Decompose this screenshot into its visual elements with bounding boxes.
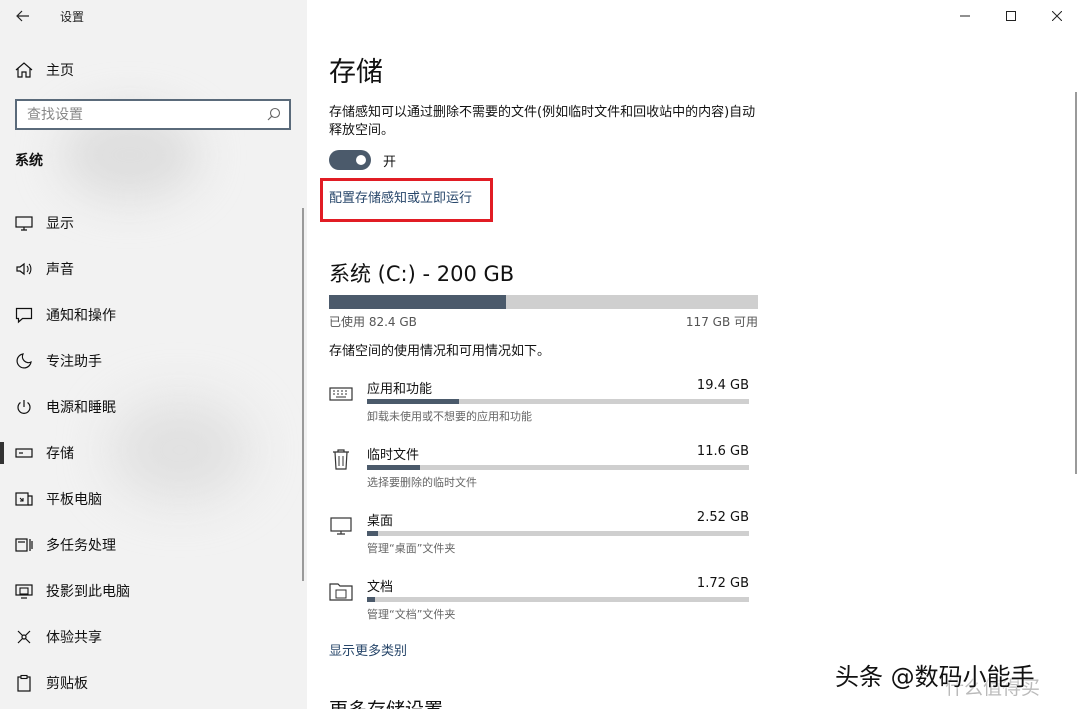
- sidebar-nav: 显示 声音 通知和操作 专注助手 电源和睡眠 存储 平板电脑 多任务处理 投影到…: [0, 200, 307, 706]
- search-box[interactable]: [15, 99, 291, 130]
- back-button[interactable]: [0, 0, 46, 32]
- drive-title: 系统 (C:) - 200 GB: [329, 262, 515, 286]
- category-size: 19.4 GB: [696, 378, 749, 393]
- sidebar-item-focus-assist[interactable]: 专注助手: [0, 338, 307, 384]
- category-bar: [367, 597, 749, 602]
- highlight-box: [320, 178, 493, 222]
- sidebar-item-label: 通知和操作: [46, 308, 116, 324]
- category-bar: [367, 531, 749, 536]
- sidebar-item-tablet[interactable]: 平板电脑: [0, 476, 307, 522]
- moon-icon: [16, 353, 32, 369]
- show-more-categories-link[interactable]: 显示更多类别: [329, 640, 407, 659]
- page-title: 存储: [329, 57, 383, 88]
- category-description: 选择要删除的临时文件: [367, 476, 477, 489]
- category-name: 文档: [367, 580, 394, 595]
- storage-sense-toggle[interactable]: [329, 150, 371, 170]
- main-content: 存储 存储感知可以通过删除不需要的文件(例如临时文件和回收站中的内容)自动释放空…: [307, 0, 1080, 709]
- sidebar-item-multitasking[interactable]: 多任务处理: [0, 522, 307, 568]
- sidebar-item-display[interactable]: 显示: [0, 200, 307, 246]
- sidebar-item-label: 专注助手: [46, 354, 102, 370]
- category-size: 11.6 GB: [696, 444, 749, 459]
- project-icon: [15, 584, 33, 599]
- category-bar: [367, 399, 749, 404]
- sidebar-item-label: 剪贴板: [46, 676, 88, 692]
- sidebar-item-label: 电源和睡眠: [46, 400, 116, 416]
- documents-folder-icon: [329, 583, 353, 601]
- category-name: 桌面: [367, 514, 394, 529]
- category-documents[interactable]: 文档 1.72 GB 管理“文档”文件夹: [329, 576, 749, 636]
- category-bar: [367, 465, 749, 470]
- toggle-knob: [356, 155, 366, 165]
- drive-usage-fill: [329, 295, 506, 309]
- sidebar-scrollbar[interactable]: [302, 208, 304, 581]
- category-name: 应用和功能: [367, 382, 433, 397]
- category-bar-fill: [367, 465, 421, 470]
- app-title: 设置: [60, 9, 85, 24]
- trash-icon: [333, 449, 349, 470]
- sidebar-item-label: 投影到此电脑: [46, 584, 130, 600]
- search-input[interactable]: [17, 101, 257, 128]
- category-name: 临时文件: [367, 448, 420, 463]
- category-desktop[interactable]: 桌面 2.52 GB 管理“桌面”文件夹: [329, 510, 749, 570]
- sidebar-item-label: 主页: [46, 63, 74, 79]
- desktop-icon: [330, 517, 352, 535]
- free-space-label: 117 GB 可用: [685, 315, 758, 329]
- category-temp-files[interactable]: 临时文件 11.6 GB 选择要删除的临时文件: [329, 444, 749, 504]
- storage-sense-description: 存储感知可以通过删除不需要的文件(例如临时文件和回收站中的内容)自动释放空间。: [329, 105, 756, 138]
- sidebar-item-power-sleep[interactable]: 电源和睡眠: [0, 384, 307, 430]
- watermark: 头条 @数码小能手: [835, 663, 1035, 691]
- category-size: 2.52 GB: [696, 510, 749, 525]
- category-bar-fill: [367, 399, 459, 404]
- monitor-icon: [15, 216, 33, 231]
- sidebar: 设置 主页 系统 显示 声音 通知和操作 专注助手 电源和睡眠: [0, 0, 307, 709]
- active-indicator: [0, 442, 4, 464]
- sidebar-item-clipboard[interactable]: 剪贴板: [0, 660, 307, 706]
- category-size: 1.72 GB: [696, 576, 749, 591]
- power-icon: [17, 400, 31, 414]
- title-bar: 设置: [0, 0, 307, 32]
- sidebar-item-shared-experiences[interactable]: 体验共享: [0, 614, 307, 660]
- keyboard-icon: [329, 387, 353, 401]
- speaker-icon: [16, 262, 32, 276]
- sidebar-item-sound[interactable]: 声音: [0, 246, 307, 292]
- message-icon: [15, 307, 33, 324]
- sidebar-item-label: 存储: [46, 446, 74, 462]
- sidebar-item-label: 显示: [46, 216, 74, 232]
- main-scrollbar[interactable]: [1075, 92, 1077, 474]
- section-title: 系统: [15, 153, 43, 169]
- clipboard-icon: [17, 674, 31, 692]
- category-description: 管理“桌面”文件夹: [367, 542, 456, 555]
- sidebar-item-label: 声音: [46, 262, 74, 278]
- category-bar-fill: [367, 531, 379, 536]
- multitask-icon: [15, 538, 33, 552]
- sidebar-item-notifications[interactable]: 通知和操作: [0, 292, 307, 338]
- sidebar-item-storage[interactable]: 存储: [0, 430, 307, 476]
- sidebar-item-home[interactable]: 主页: [0, 54, 307, 86]
- toggle-state-label: 开: [383, 155, 397, 170]
- home-icon: [15, 62, 33, 78]
- category-description: 管理“文档”文件夹: [367, 608, 456, 621]
- drive-usage-bar: [329, 295, 758, 309]
- storage-icon: [15, 448, 33, 458]
- sidebar-item-label: 多任务处理: [46, 538, 116, 554]
- sidebar-item-label: 平板电脑: [46, 492, 102, 508]
- back-arrow-icon: [16, 10, 29, 22]
- share-icon: [17, 630, 31, 644]
- category-description: 卸载未使用或不想要的应用和功能: [367, 410, 532, 423]
- search-icon[interactable]: [267, 107, 281, 121]
- sidebar-item-label: 体验共享: [46, 630, 102, 646]
- usage-description: 存储空间的使用情况和可用情况如下。: [329, 344, 551, 359]
- more-storage-settings-heading: 更多存储设置: [329, 695, 443, 709]
- tablet-icon: [15, 492, 33, 506]
- category-apps-features[interactable]: 应用和功能 19.4 GB 卸载未使用或不想要的应用和功能: [329, 378, 749, 438]
- sidebar-item-project-to-pc[interactable]: 投影到此电脑: [0, 568, 307, 614]
- category-bar-fill: [367, 597, 375, 602]
